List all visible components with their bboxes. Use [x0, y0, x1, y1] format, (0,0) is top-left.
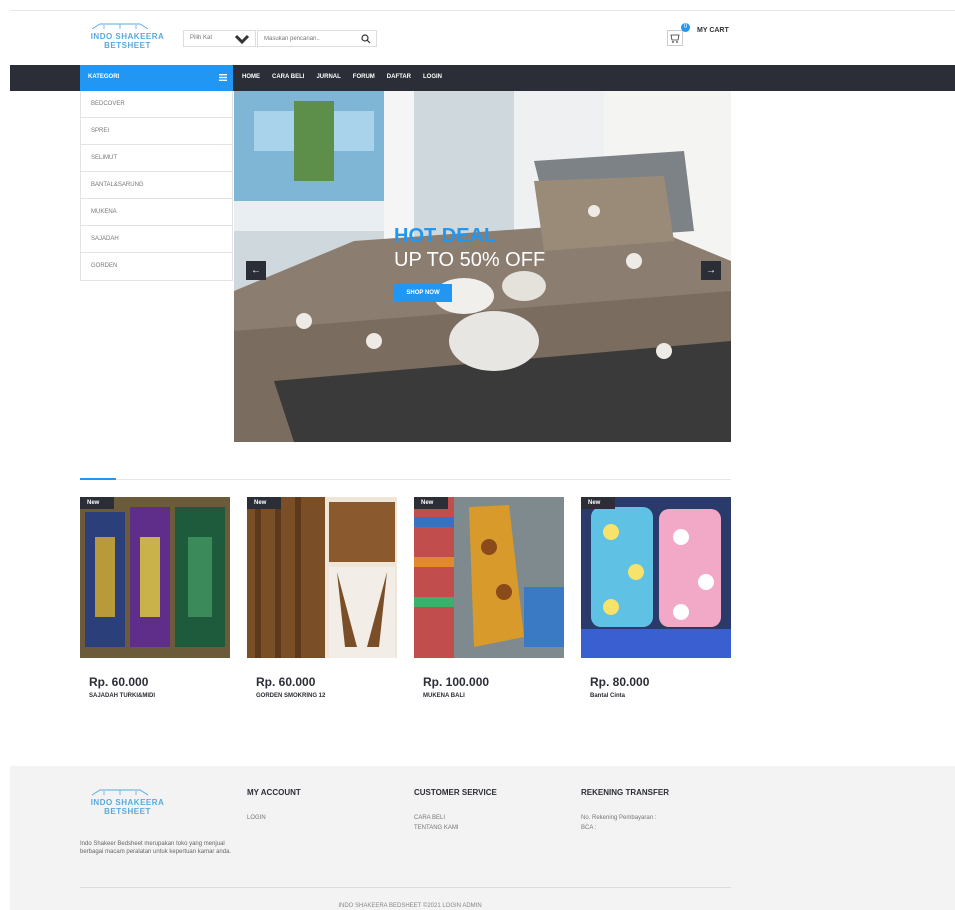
top-divider — [10, 10, 955, 11]
menu-icon — [219, 74, 227, 81]
footer-logo-text: INDO SHAKEERA BETSHEET — [90, 798, 165, 816]
product-name[interactable]: MUKENA BALI — [423, 693, 564, 699]
footer-link-cara-beli[interactable]: CARA BELI — [414, 815, 497, 821]
new-badge: New — [414, 497, 448, 509]
site-logo[interactable]: INDO SHAKEERA BETSHEET — [80, 22, 175, 50]
category-select[interactable]: Pilih Kat — [183, 30, 256, 47]
search-icon[interactable] — [360, 33, 372, 45]
product-price: Rp. 80.000 — [590, 675, 650, 689]
chevron-down-icon — [234, 34, 250, 45]
footer-link-tentang-kami[interactable]: TENTANG KAMI — [414, 825, 497, 831]
category-menu: BEDCOVER SPREI SELIMUT BANTAL&SARUNG MUK… — [80, 91, 233, 281]
hero-title: UP TO 50% OFF — [394, 249, 546, 271]
product-price: Rp. 100.000 — [423, 675, 490, 689]
product-card[interactable]: New Rp. 60.000 SAJADAH TURKI&MIDI — [80, 497, 230, 699]
nav-links: HOME CARA BELI JURNAL FORUM DAFTAR LOGIN — [242, 74, 442, 80]
product-card[interactable]: New Rp. 80.000 Bantal Cinta — [581, 497, 731, 699]
nav-cara-beli[interactable]: CARA BELI — [272, 74, 304, 80]
nav-jurnal[interactable]: JURNAL — [316, 74, 340, 80]
cart-label: MY CART — [697, 27, 729, 34]
shop-now-button[interactable]: SHOP NOW — [394, 284, 452, 302]
site-footer: INDO SHAKEERA BETSHEET Indo Shakeer Beds… — [10, 766, 955, 910]
logo-roof-icon — [91, 789, 149, 796]
category-menu-toggle[interactable]: KATEGORI — [80, 65, 233, 91]
section-divider — [80, 479, 731, 480]
category-heading: KATEGORI — [88, 74, 120, 80]
product-image[interactable]: New — [581, 497, 731, 658]
category-item-selimut[interactable]: SELIMUT — [81, 145, 232, 172]
footer-rekening-line: No. Rekening Pembayaran : — [581, 815, 657, 821]
footer-customer-service: CUSTOMER SERVICE CARA BELI TENTANG KAMI — [414, 788, 497, 831]
nav-login[interactable]: LOGIN — [423, 74, 442, 80]
category-select-value: Pilih Kat — [190, 35, 213, 41]
new-badge: New — [581, 497, 615, 509]
footer-copyright: INDO SHAKEERA BEDSHEET ©2021 LOGIN ADMIN — [338, 903, 482, 909]
category-item-sprei[interactable]: SPREI — [81, 118, 232, 145]
category-item-mukena[interactable]: MUKENA — [81, 199, 232, 226]
product-card[interactable]: New Rp. 100.000 MUKENA BALI — [414, 497, 564, 699]
nav-home[interactable]: HOME — [242, 74, 260, 80]
hero-title-accent: HOT DEAL — [394, 225, 497, 247]
logo-roof-icon — [91, 23, 149, 30]
footer-my-account: MY ACCOUNT LOGIN — [247, 788, 301, 821]
footer-rekening-bca: BCA : — [581, 825, 597, 831]
nav-daftar[interactable]: DAFTAR — [387, 74, 411, 80]
new-badge: New — [247, 497, 281, 509]
cart-icon — [667, 30, 683, 46]
product-image[interactable]: New — [80, 497, 230, 658]
product-card[interactable]: New Rp. 60.000 GORDEN SMOKRING 12 — [247, 497, 397, 699]
product-name[interactable]: Bantal Cinta — [590, 693, 731, 699]
footer-link-login[interactable]: LOGIN — [247, 815, 301, 821]
category-item-sajadah[interactable]: SAJADAH — [81, 226, 232, 253]
arrow-right-icon[interactable]: → — [701, 261, 721, 280]
section-accent-bar — [80, 478, 116, 480]
logo-text: INDO SHAKEERA BETSHEET — [90, 32, 165, 50]
footer-heading-customer-service: CUSTOMER SERVICE — [414, 788, 497, 797]
category-item-gorden[interactable]: GORDEN — [81, 253, 232, 280]
footer-divider — [80, 887, 731, 888]
footer-description: Indo Shakeer Bedsheet merupakan toko yan… — [80, 841, 232, 855]
product-name[interactable]: GORDEN SMOKRING 12 — [256, 693, 397, 699]
arrow-left-icon[interactable]: ← — [246, 261, 266, 280]
cart-count-badge: 0 — [681, 23, 690, 32]
product-image[interactable]: New — [247, 497, 397, 658]
hero-slider[interactable]: HOT DEAL UP TO 50% OFF SHOP NOW ← → — [234, 91, 731, 442]
product-price: Rp. 60.000 — [256, 675, 316, 689]
footer-rekening-transfer: REKENING TRANSFER No. Rekening Pembayara… — [581, 788, 669, 831]
category-item-bantal-sarung[interactable]: BANTAL&SARUNG — [81, 172, 232, 199]
product-grid: New Rp. 60.000 SAJADAH TURKI&MIDI New Rp… — [80, 497, 731, 707]
product-name[interactable]: SAJADAH TURKI&MIDI — [89, 693, 230, 699]
footer-heading-rekening: REKENING TRANSFER — [581, 788, 670, 797]
search-input[interactable] — [257, 30, 377, 47]
product-image[interactable]: New — [414, 497, 564, 658]
category-item-bedcover[interactable]: BEDCOVER — [81, 91, 232, 118]
footer-logo[interactable]: INDO SHAKEERA BETSHEET — [80, 788, 175, 816]
new-badge: New — [80, 497, 114, 509]
cart-button[interactable]: 0 MY CART — [667, 23, 757, 49]
footer-heading-my-account: MY ACCOUNT — [247, 788, 301, 797]
product-price: Rp. 60.000 — [89, 675, 149, 689]
nav-forum[interactable]: FORUM — [353, 74, 375, 80]
